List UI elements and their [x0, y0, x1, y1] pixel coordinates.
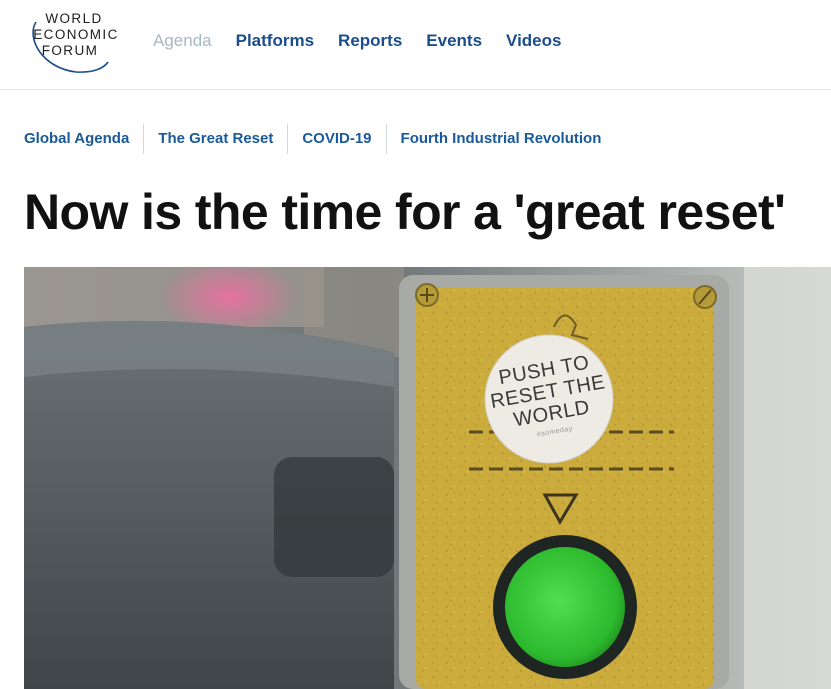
wef-logo[interactable]: WORLD ECONOMIC FORUM [22, 8, 130, 76]
nav-item-reports[interactable]: Reports [338, 30, 402, 52]
topic-fourth-industrial-revolution[interactable]: Fourth Industrial Revolution [385, 124, 616, 154]
hero-image: PUSH TO RESET THE WORLD #someday [24, 267, 831, 689]
main-nav: Agenda Platforms Reports Events Videos [153, 30, 585, 52]
green-button [505, 547, 625, 667]
article-title: Now is the time for a 'great reset' [24, 184, 786, 240]
topic-covid-19[interactable]: COVID-19 [287, 124, 385, 154]
topic-the-great-reset[interactable]: The Great Reset [143, 124, 287, 154]
nav-item-agenda[interactable]: Agenda [153, 30, 212, 52]
site-header: WORLD ECONOMIC FORUM Agenda Platforms Re… [0, 0, 831, 90]
topic-tags: Global Agenda The Great Reset COVID-19 F… [24, 124, 615, 154]
hero-photo-illustration [24, 267, 831, 689]
nav-item-videos[interactable]: Videos [506, 30, 561, 52]
topic-global-agenda[interactable]: Global Agenda [24, 124, 143, 154]
nav-item-platforms[interactable]: Platforms [236, 30, 314, 52]
nav-item-events[interactable]: Events [426, 30, 482, 52]
logo-arc-icon [32, 21, 109, 73]
